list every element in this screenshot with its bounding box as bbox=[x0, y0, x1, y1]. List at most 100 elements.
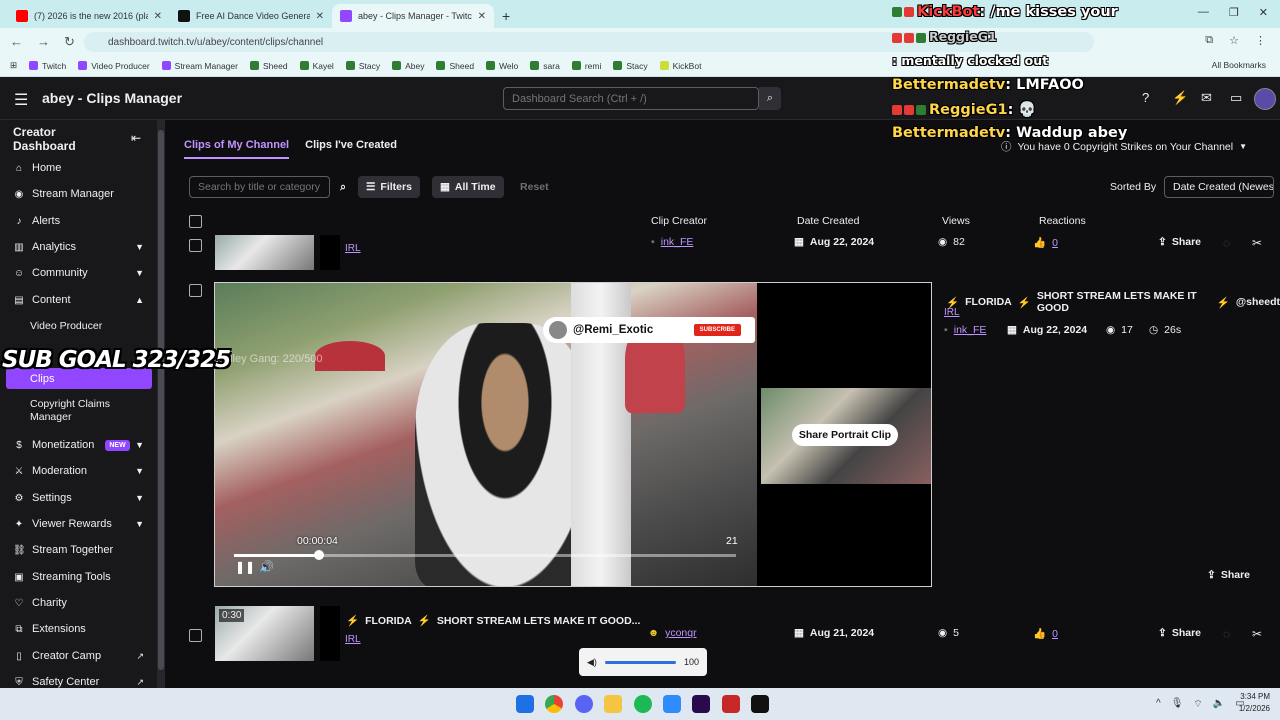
folder-icon[interactable] bbox=[604, 695, 622, 713]
all-bookmarks[interactable]: All Bookmarks bbox=[1212, 60, 1266, 70]
forward-icon[interactable]: → bbox=[37, 34, 50, 49]
wifi-icon[interactable]: ⌔ bbox=[1193, 698, 1202, 711]
row-checkbox[interactable] bbox=[189, 284, 202, 297]
sidebar-item-home[interactable]: ⌂ Home bbox=[0, 157, 158, 179]
collapse-icon[interactable]: ⇤ bbox=[131, 131, 141, 145]
sidebar-item-settings[interactable]: ⚙ Settings ▼ bbox=[0, 487, 158, 509]
clip-search-button[interactable]: ⌕ bbox=[333, 176, 353, 198]
clip-search-input[interactable] bbox=[189, 176, 330, 198]
sidebar-item-copyright[interactable]: Copyright Claims Manager bbox=[30, 398, 140, 424]
close-icon[interactable]: ✕ bbox=[316, 11, 324, 22]
browser-tab-active[interactable]: abey - Clips Manager - Twitch ✕ bbox=[332, 4, 494, 28]
share-button[interactable]: ⇪ Share bbox=[1158, 627, 1201, 639]
category-link[interactable]: IRL bbox=[345, 634, 361, 645]
clip-creator[interactable]: ☻ yconqr bbox=[648, 627, 697, 639]
speaker-icon[interactable]: 🔈 bbox=[1213, 698, 1225, 711]
sidebar-item-stream-together[interactable]: ⛓ Stream Together bbox=[0, 539, 158, 561]
bookmark[interactable]: Stacy bbox=[613, 61, 648, 71]
help-icon[interactable]: ? bbox=[1142, 90, 1149, 105]
bookmark[interactable]: Stream Manager bbox=[161, 61, 238, 71]
mod-icon[interactable]: ⚡ bbox=[1172, 90, 1188, 106]
hamburger-menu-icon[interactable]: ☰ bbox=[14, 90, 28, 110]
sidebar-item-moderation[interactable]: ⚔ Moderation ▼ bbox=[0, 460, 158, 482]
premiere-icon[interactable] bbox=[692, 695, 710, 713]
chrome-icon[interactable] bbox=[545, 695, 563, 713]
share-portrait-clip-button[interactable]: Share Portrait Clip bbox=[792, 424, 898, 446]
reload-icon[interactable]: ↻ bbox=[64, 34, 75, 50]
sidebar-item-monetization[interactable]: $ Monetization NEW ▼ bbox=[0, 434, 158, 456]
app-icon[interactable] bbox=[663, 695, 681, 713]
bookmark[interactable]: sara bbox=[530, 61, 560, 71]
tab-clips-of-my-channel[interactable]: Clips of My Channel bbox=[184, 139, 290, 159]
column-header[interactable]: Views bbox=[942, 215, 970, 227]
bookmark[interactable]: KickBot bbox=[659, 61, 701, 71]
minimize-icon[interactable]: — bbox=[1198, 6, 1209, 19]
sidebar-item-video-producer[interactable]: Video Producer bbox=[30, 320, 102, 333]
maximize-icon[interactable]: ❐ bbox=[1229, 6, 1239, 19]
inbox-icon[interactable]: ✉ bbox=[1201, 90, 1212, 106]
spotify-icon[interactable] bbox=[634, 695, 652, 713]
sidebar-item-alerts[interactable]: ♪ Alerts bbox=[0, 210, 158, 232]
reactions[interactable]: 👍 0 bbox=[1033, 236, 1058, 250]
all-time-button[interactable]: ▦ All Time bbox=[432, 176, 504, 198]
close-icon[interactable]: ✕ bbox=[478, 11, 486, 22]
row-checkbox[interactable] bbox=[189, 239, 202, 252]
share-button[interactable]: ⇪ Share bbox=[1207, 569, 1250, 581]
bookmark[interactable]: Sheed bbox=[436, 61, 474, 71]
bookmark[interactable]: Welo bbox=[486, 61, 518, 71]
browser-tab[interactable]: Free AI Dance Video Generator ✕ bbox=[170, 4, 332, 28]
copyright-notice[interactable]: ⓘ You have 0 Copyright Strikes on Your C… bbox=[1001, 139, 1247, 154]
sidebar-item-community[interactable]: ☺ Community ▼ bbox=[0, 262, 158, 284]
dashboard-search-input[interactable] bbox=[503, 87, 759, 110]
reactions[interactable]: 👍 0 bbox=[1033, 627, 1058, 641]
category-link[interactable]: IRL bbox=[345, 243, 361, 254]
whispers-icon[interactable]: ▭ bbox=[1230, 90, 1242, 106]
obs-icon[interactable] bbox=[751, 695, 769, 713]
menu-icon[interactable]: ⋮ bbox=[1255, 34, 1266, 47]
avatar[interactable] bbox=[1254, 88, 1276, 110]
pause-icon[interactable]: ❚❚ bbox=[235, 560, 255, 574]
clip-creator[interactable]: ▪ ink_FE bbox=[651, 236, 693, 248]
clip-creator[interactable]: ▪ ink_FE bbox=[944, 324, 986, 336]
tab-clips-ive-created[interactable]: Clips I've Created bbox=[305, 139, 397, 159]
extension-icon[interactable]: ⧉ bbox=[1205, 34, 1213, 47]
category-link[interactable]: IRL bbox=[944, 307, 960, 318]
chevron-up-icon[interactable]: ^ bbox=[1156, 698, 1161, 711]
bookmark[interactable]: Twitch bbox=[29, 61, 66, 71]
clip-title[interactable]: ⚡ FLORIDA ⚡ SHORT STREAM LETS MAKE IT GOOD… bbox=[346, 614, 640, 628]
sidebar-item-viewer-rewards[interactable]: ✦ Viewer Rewards ▼ bbox=[0, 513, 158, 535]
bookmark[interactable]: Sheed bbox=[249, 61, 288, 71]
seek-bar[interactable] bbox=[234, 550, 736, 560]
sidebar-item-extensions[interactable]: ⧉ Extensions bbox=[0, 618, 158, 640]
close-window-icon[interactable]: ✕ bbox=[1259, 6, 1268, 19]
close-icon[interactable]: ✕ bbox=[154, 11, 162, 22]
clip-title[interactable]: ⚡ FLORIDA ⚡ SHORT STREAM LETS MAKE IT GOOD… bbox=[946, 290, 1280, 314]
new-tab-icon[interactable]: + bbox=[502, 8, 510, 24]
reset-button[interactable]: Reset bbox=[512, 176, 557, 198]
sidebar-item-charity[interactable]: ♡ Charity bbox=[0, 592, 158, 614]
star-icon[interactable]: ☆ bbox=[1229, 34, 1239, 47]
column-header[interactable]: Date Created bbox=[797, 215, 859, 227]
bookmark[interactable]: Stacy bbox=[345, 61, 380, 71]
sidebar-item-streaming-tools[interactable]: ▣ Streaming Tools bbox=[0, 566, 158, 588]
volume-bar[interactable] bbox=[604, 660, 676, 664]
clip-thumbnail[interactable] bbox=[215, 235, 314, 270]
sidebar-scrollbar[interactable] bbox=[157, 120, 165, 688]
bookmark[interactable]: Video Producer bbox=[78, 61, 150, 71]
bookmark[interactable]: Kayel bbox=[299, 61, 334, 71]
row-checkbox[interactable] bbox=[189, 629, 202, 642]
select-all-checkbox[interactable] bbox=[189, 215, 202, 228]
back-icon[interactable]: ← bbox=[10, 34, 23, 49]
discord-icon[interactable] bbox=[575, 695, 593, 713]
browser-tab[interactable]: (7) 2026 is the new 2016 (playlist)✕ bbox=[8, 4, 170, 28]
column-header[interactable]: Clip Creator bbox=[651, 215, 707, 227]
sidebar-item-stream-manager[interactable]: ◉ Stream Manager bbox=[0, 183, 158, 205]
sort-select[interactable]: Date Created (Newest) bbox=[1164, 176, 1274, 198]
mic-icon[interactable]: 🎙 bbox=[1171, 698, 1184, 711]
app-icon[interactable] bbox=[722, 695, 740, 713]
clock[interactable]: 3:34 PM 1/2/2026 bbox=[1239, 691, 1270, 715]
bookmark[interactable]: remi bbox=[571, 61, 601, 71]
sidebar-item-creator-camp[interactable]: ▯ Creator Camp ↗ bbox=[0, 645, 158, 667]
scissors-icon[interactable]: ✂ bbox=[1252, 236, 1262, 250]
share-button[interactable]: ⇪ Share bbox=[1158, 236, 1201, 248]
